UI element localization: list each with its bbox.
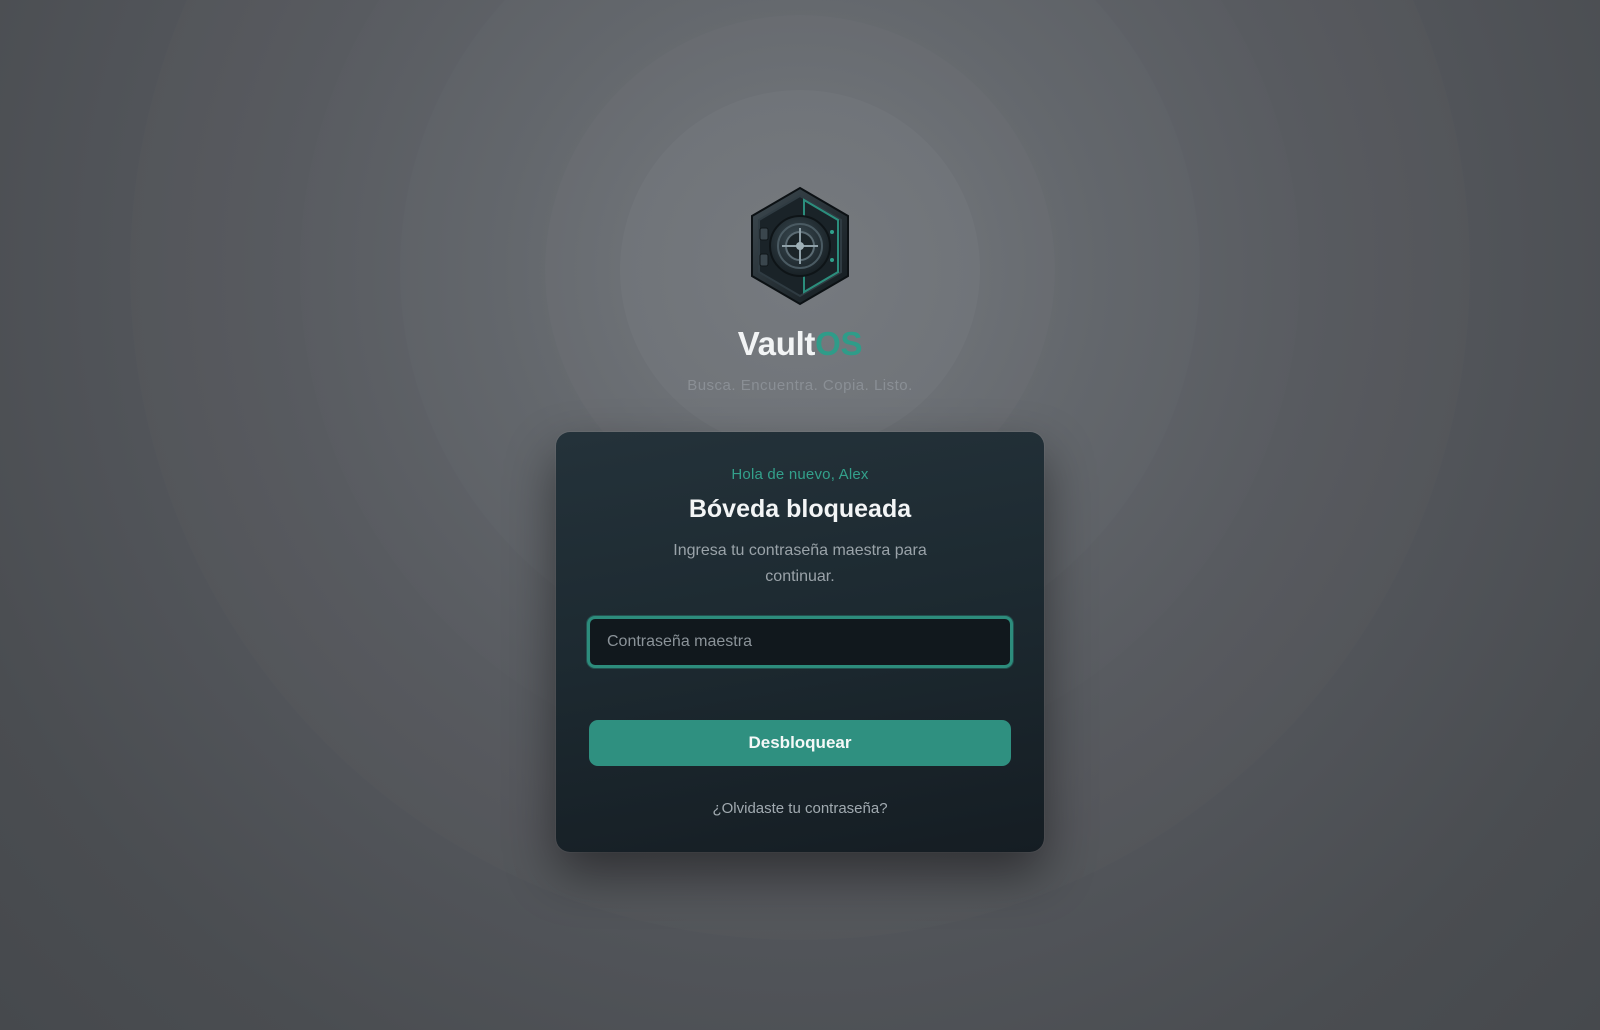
app-name: VaultOS bbox=[737, 324, 863, 364]
unlock-button[interactable]: Desbloquear bbox=[589, 720, 1011, 766]
vault-safe-icon bbox=[751, 186, 849, 306]
tagline: Busca. Encuentra. Copia. Listo. bbox=[687, 377, 913, 394]
app-name-accent: OS bbox=[815, 325, 863, 362]
greeting-text: Hola de nuevo, Alex bbox=[731, 466, 869, 483]
card-title: Bóveda bloqueada bbox=[688, 495, 912, 523]
forgot-password-link[interactable]: ¿Olvidaste tu contraseña? bbox=[712, 800, 887, 817]
card-description: Ingresa tu contraseña maestra para conti… bbox=[673, 542, 927, 585]
master-password-input[interactable] bbox=[590, 619, 1010, 665]
password-field-wrapper bbox=[587, 616, 1013, 668]
login-card: Hola de nuevo, Alex Bóveda bloqueada Ing… bbox=[556, 432, 1044, 852]
app-name-main: Vault bbox=[737, 325, 816, 362]
brand-header: VaultOS Busca. Encuentra. Copia. Listo. bbox=[0, 186, 1600, 394]
